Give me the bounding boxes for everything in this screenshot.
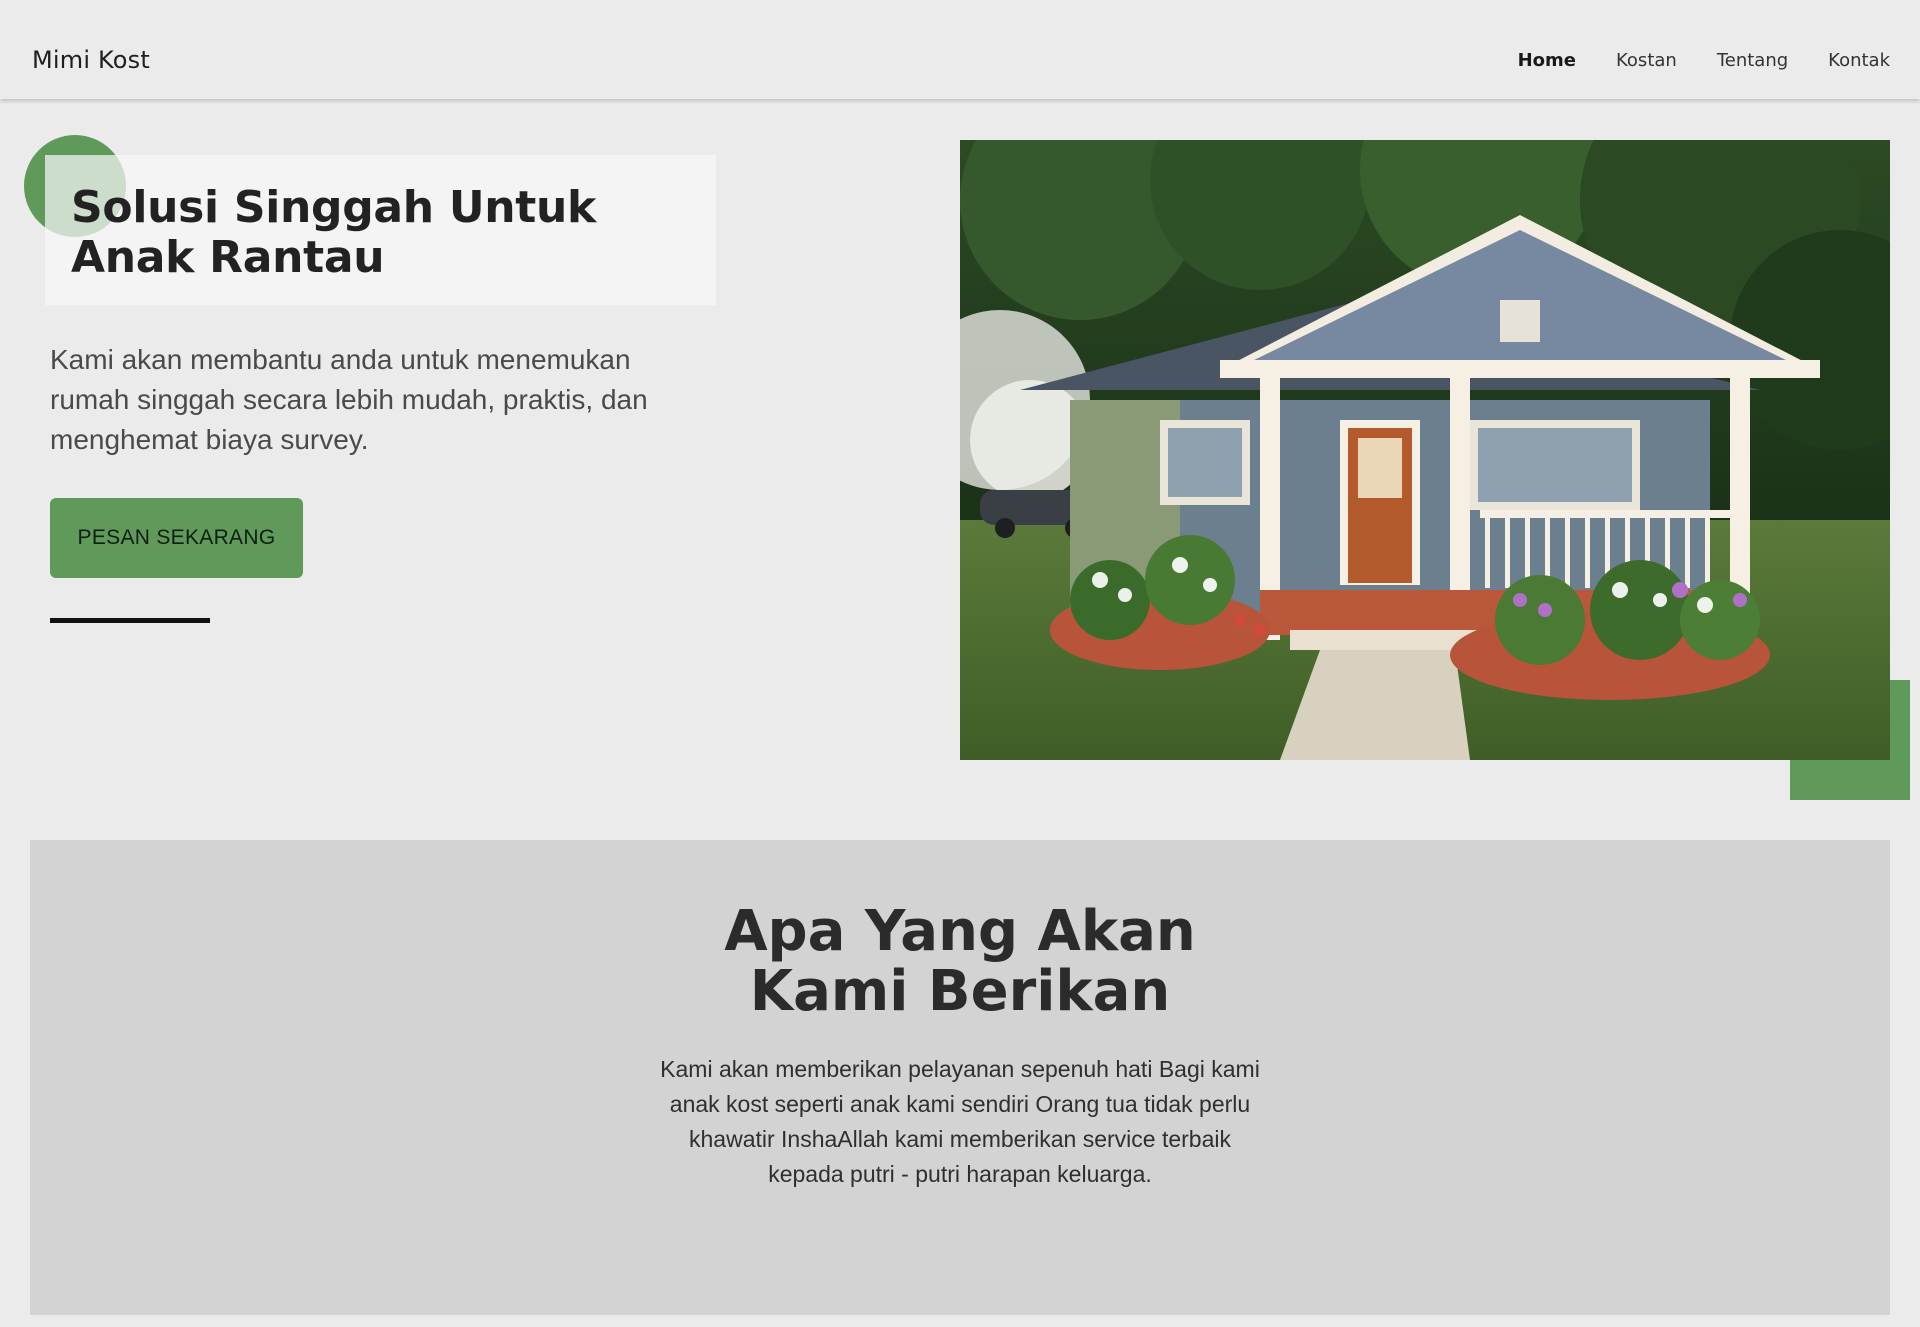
nav-item-kostan: Kostan bbox=[1616, 50, 1677, 71]
hero-title: Solusi Singgah Untuk Anak Rantau bbox=[71, 182, 597, 283]
order-now-button[interactable]: PESAN SEKARANG bbox=[50, 498, 303, 578]
navbar: Mimi Kost Home Kostan Tentang Kontak bbox=[0, 0, 1920, 99]
house-illustration bbox=[960, 140, 1890, 760]
nav-link-kontak[interactable]: Kontak bbox=[1828, 50, 1890, 71]
nav-link-kostan[interactable]: Kostan bbox=[1616, 50, 1677, 71]
hero-house-image bbox=[960, 140, 1890, 760]
nav-item-kontak: Kontak bbox=[1828, 50, 1890, 71]
nav-item-home: Home bbox=[1518, 50, 1576, 71]
brand-logo[interactable]: Mimi Kost bbox=[32, 46, 150, 74]
nav-link-home[interactable]: Home bbox=[1518, 50, 1576, 71]
nav-links: Home Kostan Tentang Kontak bbox=[1518, 50, 1890, 71]
nav-item-tentang: Tentang bbox=[1717, 50, 1788, 71]
hero-divider bbox=[50, 618, 210, 623]
services-description: Kami akan memberikan pelayanan sepenuh h… bbox=[660, 1056, 1260, 1187]
services-title-line-1: Apa Yang Akan bbox=[724, 899, 1196, 964]
services-title-line-2: Kami Berikan bbox=[749, 959, 1171, 1024]
hero-title-box: Solusi Singgah Untuk Anak Rantau bbox=[45, 155, 716, 305]
hero-description: Kami akan membantu anda untuk menemukan … bbox=[50, 344, 648, 455]
services-section: Apa Yang Akan Kami Berikan Kami akan mem… bbox=[30, 840, 1890, 1315]
services-title: Apa Yang Akan Kami Berikan bbox=[30, 902, 1890, 1022]
nav-link-tentang[interactable]: Tentang bbox=[1717, 50, 1788, 71]
